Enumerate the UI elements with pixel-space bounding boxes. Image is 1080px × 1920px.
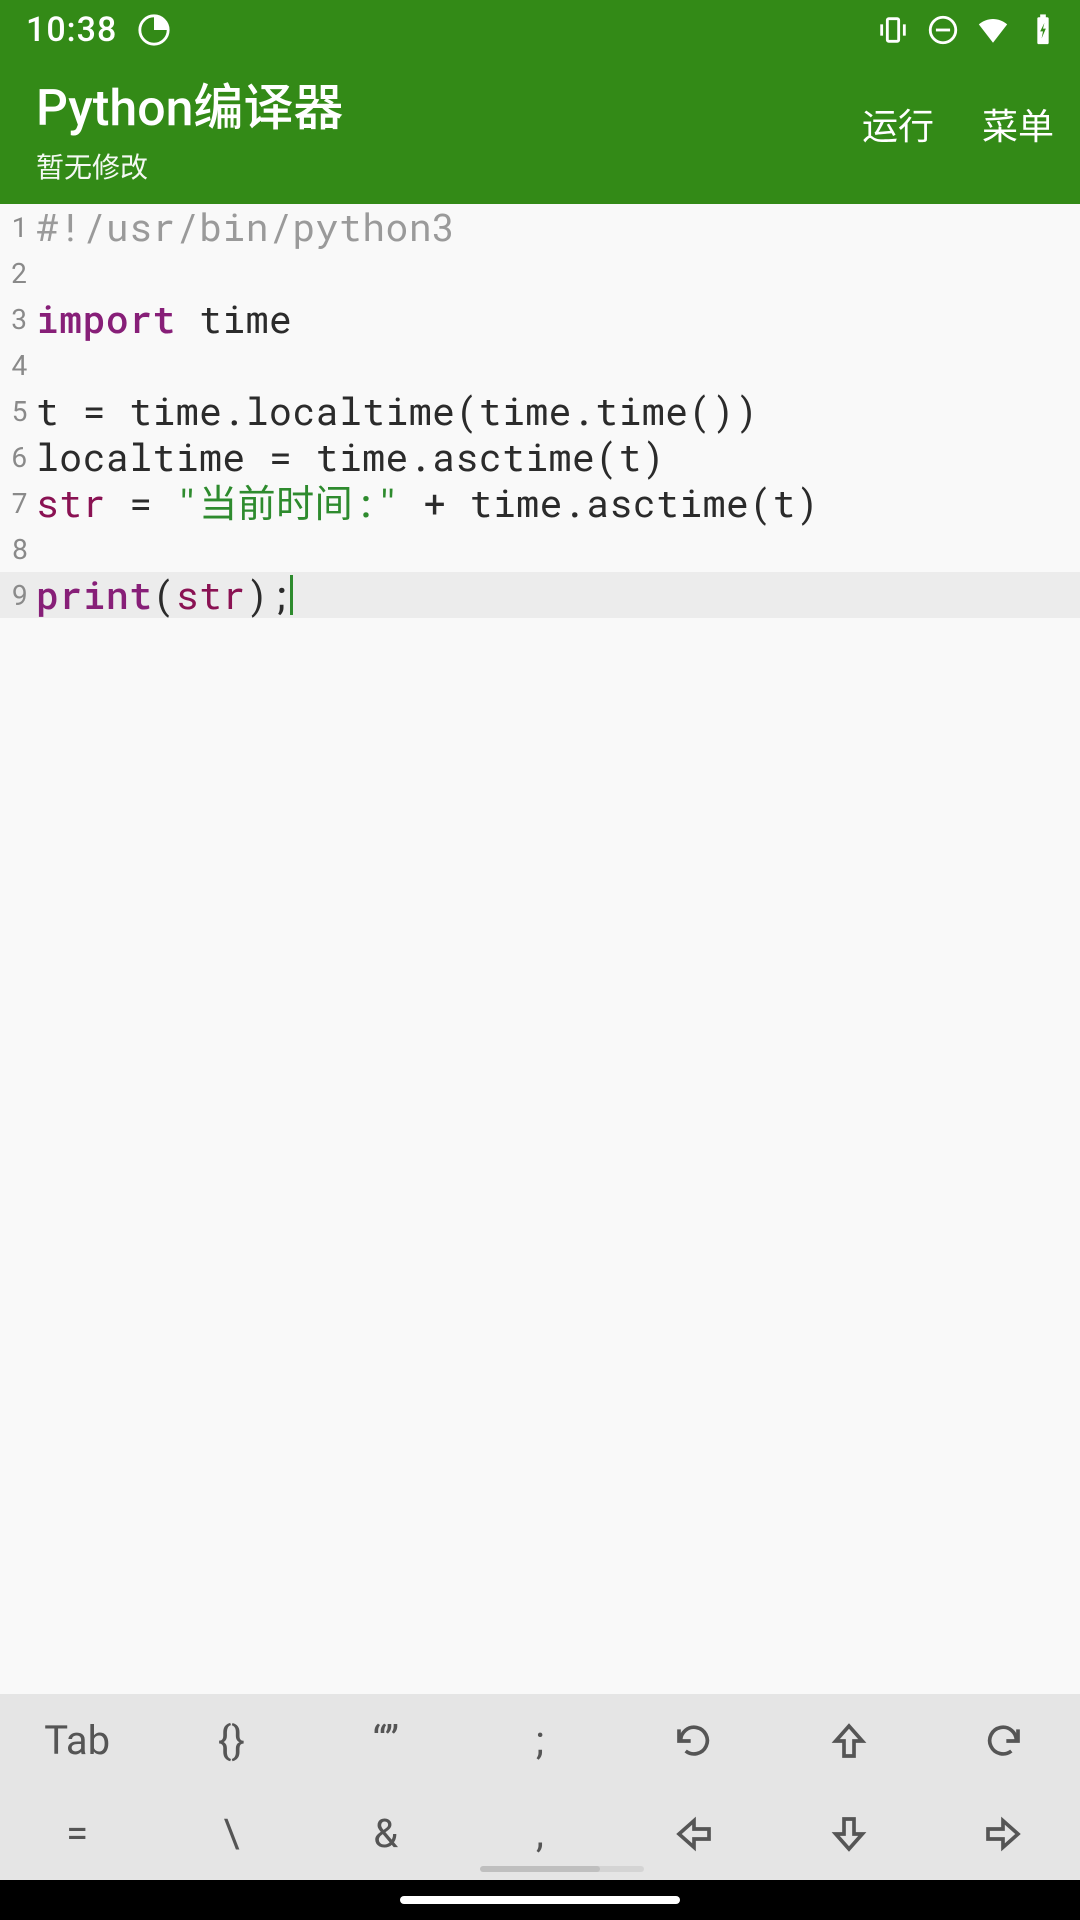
system-nav-bar xyxy=(0,1880,1080,1920)
app-subtitle: 暂无修改 xyxy=(36,146,862,186)
line-number: 3 xyxy=(0,296,34,342)
key-{}[interactable]: {} xyxy=(154,1694,308,1787)
app-title: Python编译器 xyxy=(36,68,862,140)
key-arrow-down-icon[interactable] xyxy=(771,1787,925,1880)
line-number: 8 xyxy=(0,526,34,572)
key-;[interactable]: ; xyxy=(463,1694,617,1787)
do-not-disturb-icon xyxy=(926,13,960,47)
run-button[interactable]: 运行 xyxy=(862,98,934,150)
menu-button[interactable]: 菜单 xyxy=(982,98,1054,150)
dashboard-icon xyxy=(137,13,171,47)
line-number: 1 xyxy=(0,204,34,250)
code-line[interactable]: 5t = time.localtime(time.time()) xyxy=(0,388,1080,434)
line-number: 5 xyxy=(0,388,34,434)
line-number: 9 xyxy=(0,572,34,618)
keyboard-toolbar: Tab{}“”; =\&, xyxy=(0,1694,1080,1880)
code-content[interactable]: localtime = time.asctime(t) xyxy=(34,434,1080,480)
line-number: 6 xyxy=(0,434,34,480)
vibrate-icon xyxy=(876,13,910,47)
wifi-icon xyxy=(976,13,1010,47)
code-line[interactable]: 8 xyxy=(0,526,1080,572)
code-content[interactable]: #!/usr/bin/python3 xyxy=(34,204,1080,250)
key-=[interactable]: = xyxy=(0,1787,154,1880)
key-,[interactable]: , xyxy=(463,1787,617,1880)
key-tab[interactable]: Tab xyxy=(0,1694,154,1787)
key-&[interactable]: & xyxy=(309,1787,463,1880)
key-“”[interactable]: “” xyxy=(309,1694,463,1787)
key-redo-icon[interactable] xyxy=(926,1694,1080,1787)
code-line[interactable]: 2 xyxy=(0,250,1080,296)
code-content[interactable]: t = time.localtime(time.time()) xyxy=(34,388,1080,434)
code-line[interactable]: 3import time xyxy=(0,296,1080,342)
key-arrow-right-icon[interactable] xyxy=(926,1787,1080,1880)
app-bar: Python编译器 暂无修改 运行 菜单 xyxy=(0,60,1080,204)
key-undo-icon[interactable] xyxy=(617,1694,771,1787)
key-arrow-up-icon[interactable] xyxy=(771,1694,925,1787)
line-number: 4 xyxy=(0,342,34,388)
home-indicator[interactable] xyxy=(400,1896,680,1904)
text-cursor xyxy=(290,575,293,615)
code-editor[interactable]: 1#!/usr/bin/python323import time45t = ti… xyxy=(0,204,1080,1694)
code-line[interactable]: 6localtime = time.asctime(t) xyxy=(0,434,1080,480)
status-time: 10:38 xyxy=(26,10,117,50)
code-content[interactable]: print(str); xyxy=(34,572,1080,618)
code-content[interactable]: import time xyxy=(34,296,1080,342)
status-bar: 10:38 xyxy=(0,0,1080,60)
code-line[interactable]: 9print(str); xyxy=(0,572,1080,618)
code-line[interactable]: 1#!/usr/bin/python3 xyxy=(0,204,1080,250)
code-line[interactable]: 4 xyxy=(0,342,1080,388)
code-line[interactable]: 7str = "当前时间:" + time.asctime(t) xyxy=(0,480,1080,526)
key-\[interactable]: \ xyxy=(154,1787,308,1880)
line-number: 7 xyxy=(0,480,34,526)
code-content[interactable]: str = "当前时间:" + time.asctime(t) xyxy=(34,480,1080,526)
battery-charging-icon xyxy=(1026,13,1060,47)
line-number: 2 xyxy=(0,250,34,296)
